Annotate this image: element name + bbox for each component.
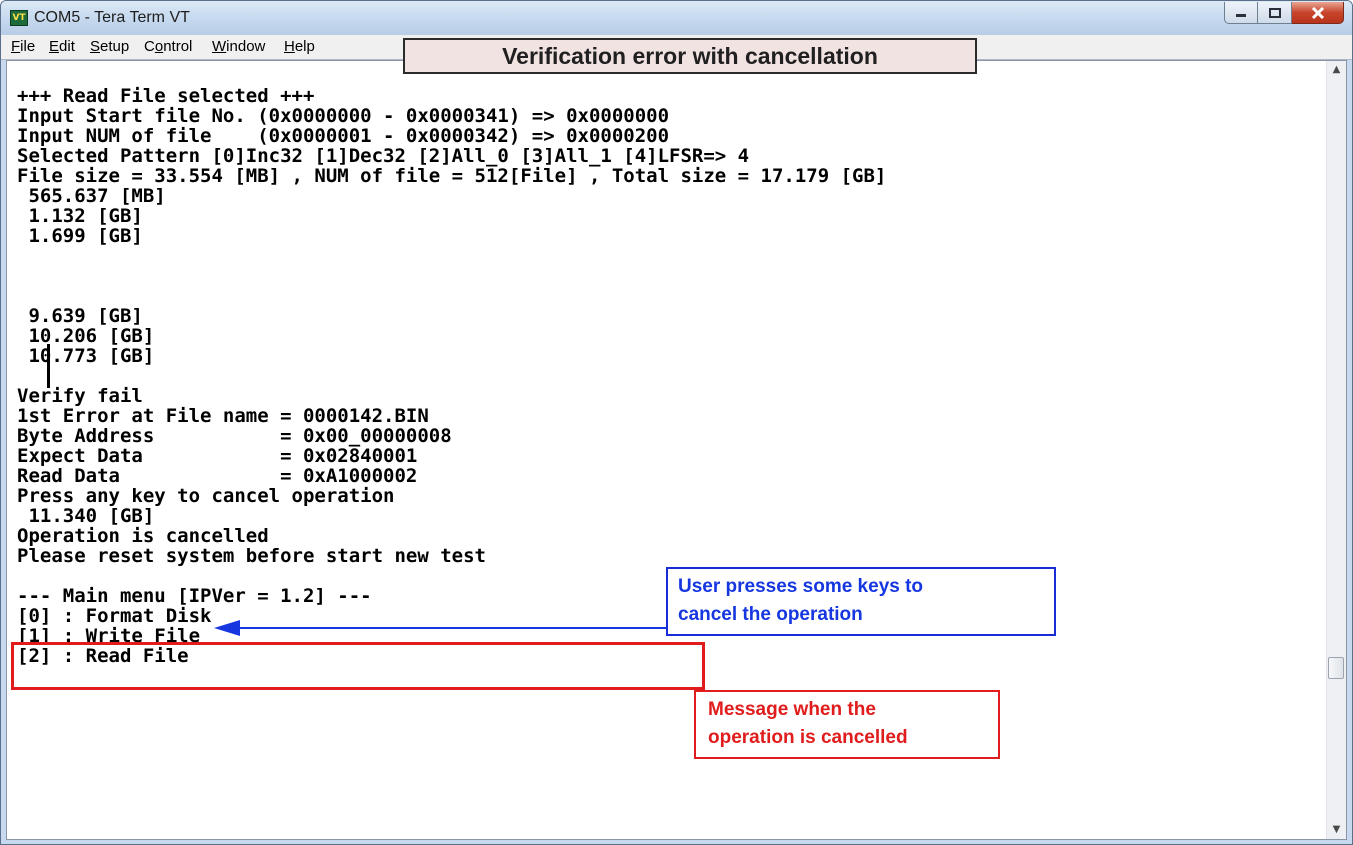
callout-arrow <box>214 620 666 636</box>
